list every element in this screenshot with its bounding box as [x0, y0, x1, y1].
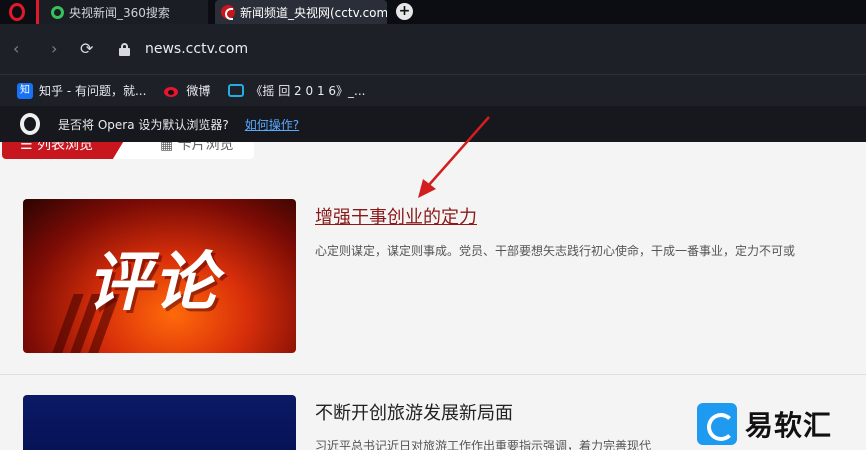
article-title-link[interactable]: 增强干事创业的定力	[315, 203, 477, 229]
tab-strip: 央视新闻_360搜索 新闻频道_央视网(cctv.com +	[0, 0, 866, 24]
tab-360-search[interactable]: 央视新闻_360搜索	[36, 0, 208, 24]
article-thumbnail[interactable]: 评论	[23, 199, 296, 353]
tab-title: 央视新闻_360搜索	[69, 5, 170, 20]
bilibili-icon	[228, 84, 245, 97]
bookmark-label: 微博	[186, 84, 211, 98]
watermark: 易软汇	[697, 403, 832, 445]
bookmark-label: 《摇 回 2 0 1 6》_...	[250, 84, 366, 98]
weibo-icon	[164, 84, 180, 98]
article-thumbnail[interactable]	[23, 395, 296, 450]
article-title-link[interactable]: 不断开创旅游发展新局面	[315, 399, 513, 425]
article-summary: 心定则谋定，谋定则事成。党员、干部要想矢志践行初心使命，干成一番事业，定力不可或	[315, 244, 796, 258]
bookmark-label: 知乎 - 有问题，就...	[39, 84, 147, 98]
360-favicon-icon	[51, 5, 64, 19]
tab-card-view[interactable]: ▦ 卡片浏览	[160, 142, 234, 156]
reload-icon[interactable]: ⟳	[80, 40, 93, 58]
bookmark-weibo[interactable]: 微博	[164, 82, 210, 99]
opera-logo-icon	[20, 113, 40, 135]
view-mode-tabs: ☰ 列表浏览 ▦ 卡片浏览	[2, 142, 254, 159]
tab-list-view[interactable]: ☰ 列表浏览	[2, 142, 128, 159]
bookmark-zhihu[interactable]: 知 知乎 - 有问题，就...	[17, 82, 146, 99]
thumbnail-caption: 评论	[87, 246, 219, 320]
default-browser-prompt: 是否将 Opera 设为默认浏览器? 如何操作?	[0, 106, 866, 142]
tab-cctv-news[interactable]: 新闻频道_央视网(cctv.com	[215, 0, 387, 24]
back-arrow-icon[interactable]: ‹	[13, 40, 19, 58]
watermark-logo-icon	[697, 403, 737, 445]
forward-arrow-icon[interactable]: ›	[51, 40, 57, 58]
prompt-text: 是否将 Opera 设为默认浏览器?	[58, 117, 229, 132]
watermark-text: 易软汇	[745, 409, 833, 442]
cctv-favicon-icon	[221, 5, 235, 20]
opera-menu-icon[interactable]	[9, 3, 25, 21]
lock-icon[interactable]	[119, 43, 130, 56]
url-field[interactable]: news.cctv.com	[145, 41, 248, 57]
zhihu-icon: 知	[17, 82, 33, 99]
tab-title: 新闻频道_央视网(cctv.com	[240, 5, 387, 20]
new-tab-button[interactable]: +	[396, 3, 413, 20]
bookmark-bilibili[interactable]: 《摇 回 2 0 1 6》_...	[228, 82, 365, 99]
toolbar: ‹ › ⟳ news.cctv.com	[0, 24, 866, 74]
how-to-link[interactable]: 如何操作?	[245, 116, 299, 133]
article-item: 评论 增强干事创业的定力 心定则谋定，谋定则事成。党员、干部要想矢志践行初心使命…	[0, 192, 866, 372]
bookmarks-bar: 知 知乎 - 有问题，就... 微博 《摇 回 2 0 1 6》_...	[0, 74, 866, 106]
